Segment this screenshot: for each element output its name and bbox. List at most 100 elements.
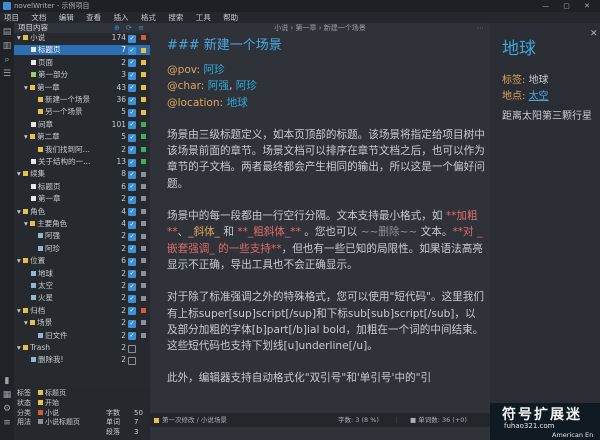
outline-icon[interactable]: ☰ bbox=[2, 69, 12, 79]
tree-row[interactable]: ▾ 第二章 5 ✓ bbox=[14, 132, 150, 142]
tree-row[interactable]: ▾ 主要角色 4 ✓ bbox=[14, 219, 150, 229]
window-controls[interactable]: — ▢ ✕ bbox=[542, 0, 596, 12]
include-checkbox[interactable]: ✓ bbox=[128, 220, 136, 229]
tree-row[interactable]: 阿珍 2 ✓ bbox=[14, 244, 150, 254]
tree-row-label: ▾ 第二章 bbox=[24, 132, 60, 142]
tree-row[interactable]: 火星 2 ✓ bbox=[14, 293, 150, 303]
word-count: 2 bbox=[121, 144, 126, 154]
tree-row[interactable]: 太空 2 ✓ bbox=[14, 281, 150, 291]
tree-row[interactable]: ▾ 位置 6 ✓ bbox=[14, 256, 150, 266]
tree-row[interactable]: 另一个场景 5 ✓ bbox=[14, 107, 150, 117]
tree-row[interactable]: 第一章 2 ✓ bbox=[14, 194, 150, 204]
include-checkbox[interactable]: ✓ bbox=[128, 34, 136, 43]
tree-row[interactable]: 标题页 7 ✓ bbox=[14, 45, 150, 55]
menu-tools[interactable]: 工具 bbox=[196, 13, 211, 22]
include-checkbox[interactable]: ✓ bbox=[128, 84, 136, 93]
include-checkbox[interactable]: ✓ bbox=[128, 170, 136, 179]
menu-view[interactable]: 查看 bbox=[86, 13, 101, 22]
include-checkbox[interactable]: ✓ bbox=[128, 232, 136, 241]
include-checkbox[interactable]: ✓ bbox=[128, 332, 136, 341]
novel-view-icon[interactable]: ▥ bbox=[2, 41, 12, 51]
root-icon bbox=[23, 307, 29, 313]
include-checkbox[interactable]: ✓ bbox=[128, 108, 136, 117]
include-checkbox[interactable]: ✓ bbox=[128, 121, 136, 130]
tree-row[interactable]: 标题页 6 ✓ bbox=[14, 182, 150, 192]
include-checkbox[interactable]: ✓ bbox=[128, 158, 136, 167]
menu-insert[interactable]: 插入 bbox=[114, 13, 129, 22]
tree-row[interactable]: ▾ 小说 174 ✓ bbox=[14, 33, 150, 43]
include-checkbox[interactable]: ✓ bbox=[128, 208, 136, 217]
include-checkbox[interactable]: ✓ bbox=[128, 96, 136, 105]
tree-row-label: 间章 bbox=[31, 120, 53, 130]
search-icon[interactable]: ⌕ bbox=[2, 55, 12, 65]
language-indicator: American En bbox=[552, 431, 594, 439]
tree-row[interactable]: ▾ 归档 2 ✓ bbox=[14, 306, 150, 316]
tree-row[interactable]: ▾ 场景 2 ✓ bbox=[14, 318, 150, 328]
word-count: 6 bbox=[121, 256, 126, 266]
include-checkbox[interactable]: ✓ bbox=[128, 71, 136, 80]
tree-row[interactable]: 我们找到阿… 2 ✓ bbox=[14, 145, 150, 155]
include-checkbox[interactable]: ✓ bbox=[128, 282, 136, 291]
tree-row-label: 火星 bbox=[31, 293, 53, 303]
document-text[interactable]: ### 新建一个场景 @pov: 阿珍 @char: 阿强, 阿珍 @locat… bbox=[167, 38, 485, 387]
tree-tools[interactable]: ⊕ ⟳ ≡ bbox=[114, 23, 146, 33]
word-count: 13 bbox=[116, 157, 126, 166]
include-checkbox[interactable]: ✓ bbox=[128, 257, 136, 266]
menu-icon[interactable]: ≡ bbox=[2, 418, 12, 428]
document-editor[interactable]: 小说 › 第一章 › 新建一个场景 ⋯ ### 新建一个场景 @pov: 阿珍 … bbox=[150, 23, 490, 440]
word-count: 3 bbox=[121, 70, 126, 80]
note-icon bbox=[31, 270, 36, 276]
close-viewer-icon[interactable]: ✕ bbox=[590, 29, 598, 39]
settings-gear-icon[interactable]: ⚙ bbox=[2, 404, 12, 414]
tree-row-label: 标题页 bbox=[31, 182, 61, 192]
tree-row[interactable]: 旧文件 2 ✓ bbox=[14, 331, 150, 341]
menu-format[interactable]: 格式 bbox=[141, 13, 156, 22]
chart-icon[interactable]: ▦ bbox=[2, 390, 12, 400]
tree-row[interactable]: ▾ 第一章 43 ✓ bbox=[14, 83, 150, 93]
tree-row[interactable]: ▾ 续集 8 ✓ bbox=[14, 169, 150, 179]
include-checkbox[interactable] bbox=[128, 356, 136, 365]
include-checkbox[interactable] bbox=[128, 344, 136, 353]
menu-document[interactable]: 文档 bbox=[31, 13, 46, 22]
root-icon bbox=[23, 258, 29, 264]
watermark-text: 符号扩展迷 bbox=[502, 407, 582, 423]
menu-project[interactable]: 项目 bbox=[4, 13, 19, 22]
part-icon bbox=[31, 72, 36, 78]
tree-row[interactable]: ▾ 角色 4 ✓ bbox=[14, 207, 150, 217]
tree-row[interactable]: 地球 2 ✓ bbox=[14, 269, 150, 279]
word-count: 2 bbox=[121, 231, 126, 241]
stats-icon[interactable]: ▮ bbox=[2, 376, 12, 386]
include-checkbox[interactable]: ✓ bbox=[128, 319, 136, 328]
editor-options[interactable]: ⋯ bbox=[477, 23, 484, 34]
project-tree-icon[interactable]: ▤ bbox=[2, 27, 12, 37]
include-checkbox[interactable]: ✓ bbox=[128, 307, 136, 316]
include-checkbox[interactable]: ✓ bbox=[128, 46, 136, 55]
tree-row-label: ▾ 归档 bbox=[17, 305, 46, 315]
include-checkbox[interactable]: ✓ bbox=[128, 133, 136, 142]
tree-row[interactable]: 新建一个场景 36 ✓ bbox=[14, 95, 150, 105]
include-checkbox[interactable]: ✓ bbox=[128, 183, 136, 192]
info-count-value: 50 bbox=[134, 408, 143, 417]
tree-row[interactable]: 页面 2 ✓ bbox=[14, 58, 150, 68]
include-checkbox[interactable]: ✓ bbox=[128, 195, 136, 204]
menu-search[interactable]: 搜索 bbox=[168, 13, 183, 22]
tree-row[interactable]: ▾ Trash 2 bbox=[14, 343, 150, 353]
tree-row-label: 标题页 bbox=[31, 45, 61, 55]
include-checkbox[interactable]: ✓ bbox=[128, 294, 136, 303]
tree-row[interactable]: 间章 101 ✓ bbox=[14, 120, 150, 130]
app-icon bbox=[3, 2, 11, 10]
word-count: 43 bbox=[116, 82, 126, 92]
tree-row[interactable]: 删除我! 2 bbox=[14, 355, 150, 365]
include-checkbox[interactable]: ✓ bbox=[128, 59, 136, 68]
word-count: 174 bbox=[111, 33, 126, 42]
tree-row[interactable]: 阿强 2 ✓ bbox=[14, 231, 150, 241]
tree-row[interactable]: 第一部分 3 ✓ bbox=[14, 70, 150, 80]
tree-row[interactable]: 关于结构的一… 13 ✓ bbox=[14, 157, 150, 167]
include-checkbox[interactable]: ✓ bbox=[128, 245, 136, 254]
include-checkbox[interactable]: ✓ bbox=[128, 146, 136, 155]
document-viewer: ✕ 地球 标签: 地球 地点: 太空 距离太阳第三颗行星 bbox=[490, 23, 600, 440]
menu-edit[interactable]: 编辑 bbox=[59, 13, 74, 22]
include-checkbox[interactable]: ✓ bbox=[128, 270, 136, 279]
tree-row-label: 另一个场景 bbox=[38, 107, 83, 117]
menu-help[interactable]: 帮助 bbox=[223, 13, 238, 22]
